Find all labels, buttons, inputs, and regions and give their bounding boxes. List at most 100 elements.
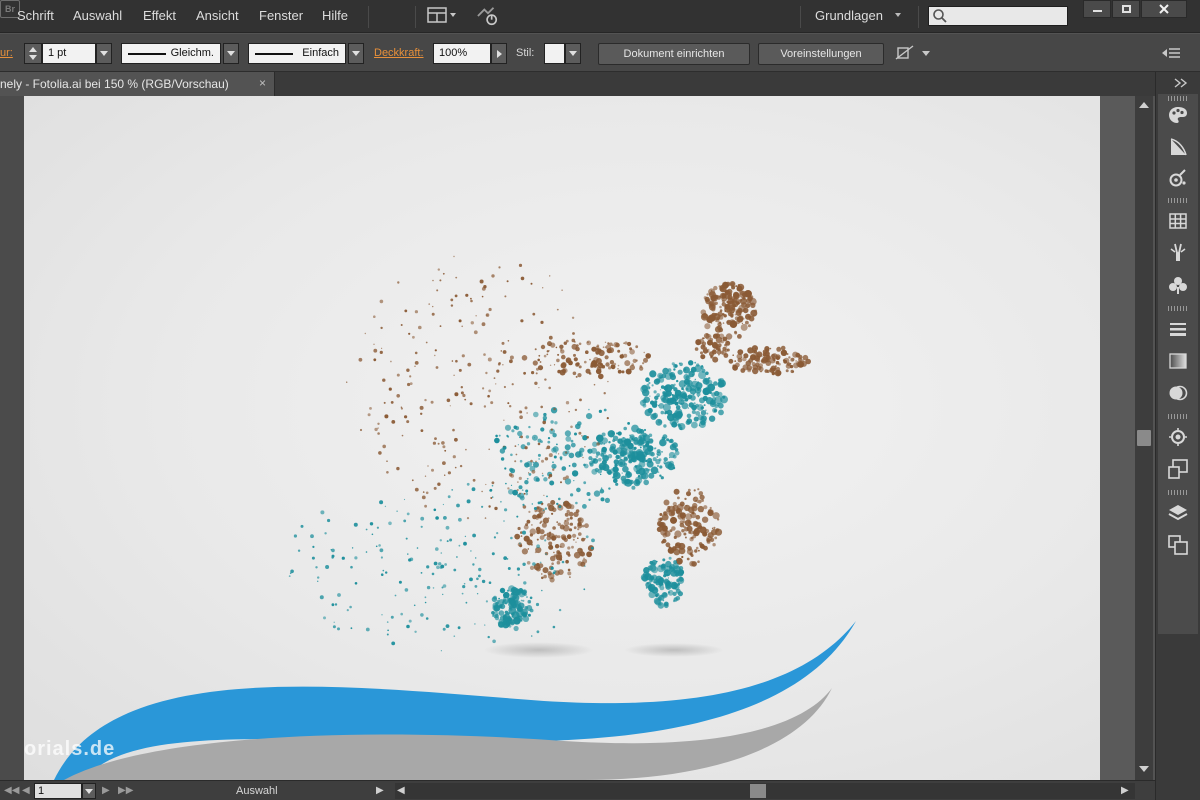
menu-hilfe[interactable]: Hilfe [322,8,348,23]
transparency-icon[interactable] [1167,382,1189,404]
next-artboard-button[interactable]: ▶ [102,785,110,796]
minimize-button[interactable] [1083,0,1111,18]
artboard-dropdown[interactable] [82,783,96,799]
particle [623,426,627,431]
menu-effekt[interactable]: Effekt [143,8,176,23]
particle [623,342,625,344]
particle [643,351,645,354]
panel-group-grip[interactable] [1168,96,1188,101]
particle [677,369,683,375]
maximize-button[interactable] [1112,0,1140,18]
last-artboard-button[interactable]: ▶▶ [118,785,133,796]
particle [487,635,490,639]
particle [727,294,733,300]
chevron-down-icon[interactable] [895,13,901,17]
particle [441,441,445,445]
stroke-weight-field[interactable]: 1 pt [42,43,96,64]
artboards-icon[interactable] [1167,534,1189,556]
particle [536,562,540,567]
panel-group-grip[interactable] [1168,414,1188,419]
search-input[interactable] [928,6,1068,26]
gradient-icon[interactable] [1167,136,1189,158]
document-setup-button[interactable]: Dokument einrichten [598,43,750,65]
vertical-scroll-thumb[interactable] [1137,430,1151,446]
close-tab-icon[interactable]: × [259,76,266,90]
particle [700,313,709,321]
style-dropdown[interactable] [565,43,581,64]
opacity-slider-button[interactable] [491,43,507,64]
gpu-performance-icon[interactable] [474,5,502,27]
particle [466,482,470,486]
panel-group-grip[interactable] [1168,490,1188,495]
appearance-icon[interactable] [1167,426,1189,448]
panel-group-grip[interactable] [1168,306,1188,311]
profile-dropdown[interactable] [223,43,239,64]
align-options-icon[interactable] [895,44,935,62]
particle [632,358,637,363]
menu-schrift[interactable]: Schrift [17,8,54,23]
particle [620,458,622,461]
particle [617,431,622,436]
collapse-panels-icon[interactable] [1174,78,1188,88]
graphic-style-swatch[interactable] [544,43,565,64]
scroll-right-icon[interactable]: ▶ [1121,785,1129,796]
opacity-label[interactable]: Deckkraft: [374,47,424,59]
brush-dropdown[interactable] [348,43,364,64]
particle [583,463,586,467]
particle [488,307,492,312]
particle [471,487,476,492]
artboard[interactable]: orials.de [24,96,1100,780]
particle [627,422,630,425]
scroll-down-icon[interactable] [1139,766,1149,772]
arrange-documents-icon[interactable] [426,5,460,27]
particle [714,326,722,333]
horizontal-scrollbar[interactable]: ◀ ▶ [395,783,1135,799]
canvas-area[interactable]: orials.de [0,96,1135,780]
previous-artboard-button[interactable]: ◀ [22,785,30,796]
workspace-switcher[interactable]: Grundlagen [815,8,883,23]
particle [596,442,600,446]
particle [379,350,383,354]
stroke-icon[interactable] [1167,318,1189,340]
particle [409,375,412,378]
particle [490,401,494,405]
swatches-icon[interactable] [1167,210,1189,232]
particle [524,480,529,485]
particle [576,487,581,493]
gradient-panel-icon[interactable] [1167,350,1189,372]
particle [444,474,446,476]
panel-group-grip[interactable] [1168,198,1188,203]
brushes-icon[interactable] [1167,242,1189,264]
color-guide-icon[interactable] [1167,104,1189,126]
particle [435,547,439,551]
particle [492,639,496,644]
artboard-number-field[interactable]: 1 [34,783,82,799]
stroke-weight-dropdown[interactable] [96,43,112,64]
menu-ansicht[interactable]: Ansicht [196,8,239,23]
particle [507,487,510,490]
layers-icon[interactable] [1167,502,1189,524]
status-menu-icon[interactable]: ▶ [376,785,384,796]
vertical-scrollbar[interactable] [1135,96,1153,780]
menu-auswahl[interactable]: Auswahl [73,8,122,23]
graphic-styles-icon[interactable] [1167,458,1189,480]
close-window-button[interactable] [1141,0,1187,18]
opacity-field[interactable]: 100% [433,43,491,64]
preferences-button[interactable]: Voreinstellungen [758,43,884,65]
brush-definition[interactable]: Einfach [248,43,346,64]
variable-width-profile[interactable]: Gleichm. [121,43,221,64]
horizontal-scroll-thumb[interactable] [750,784,766,798]
document-tab[interactable]: nely - Fotolia.ai bei 150 % (RGB/Vorscha… [0,72,275,96]
particle [702,345,705,348]
panel-menu-icon[interactable] [1160,46,1182,60]
menu-fenster[interactable]: Fenster [259,8,303,23]
scroll-left-icon[interactable]: ◀ [397,785,405,796]
stroke-label[interactable]: ur: [0,47,13,59]
particle [648,433,653,438]
scroll-up-icon[interactable] [1139,102,1149,108]
symbol-sprayer-icon[interactable] [1167,168,1189,190]
first-artboard-button[interactable]: ◀◀ [4,785,19,796]
stroke-weight-stepper[interactable] [24,43,42,64]
symbols-icon[interactable] [1167,274,1189,296]
particle [670,516,677,524]
